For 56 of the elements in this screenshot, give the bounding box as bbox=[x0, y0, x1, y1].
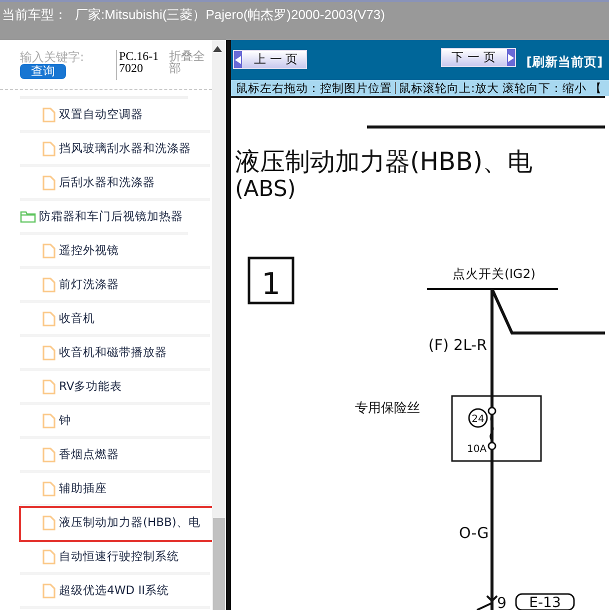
keyword-field[interactable]: 输入关键字: bbox=[20, 46, 112, 64]
document-icon bbox=[42, 310, 56, 326]
document-icon bbox=[42, 446, 56, 462]
document-icon bbox=[42, 378, 56, 394]
tree-item[interactable]: 超级优选4WD II系统 bbox=[59, 583, 169, 598]
tree-item[interactable]: 防霜器和车门后视镜加热器 bbox=[39, 209, 183, 224]
wire-code: (F) 2L-R bbox=[428, 336, 487, 354]
document-icon bbox=[42, 582, 56, 598]
left-arrow-icon bbox=[235, 56, 241, 64]
tree-item[interactable]: 前灯洗涤器 bbox=[59, 277, 119, 292]
document-icon bbox=[42, 344, 56, 360]
previous-page-button[interactable]: 上 一 页 bbox=[233, 50, 307, 69]
section-number: 1 bbox=[261, 267, 281, 302]
refresh-page-link[interactable]: [刷新当前页] bbox=[526, 54, 603, 71]
vehicle-model: 厂家:Mitsubishi(三菱）Pajero(帕杰罗)2000-2003(V73) bbox=[75, 6, 385, 24]
tree-item[interactable]: 双置自动空调器 bbox=[59, 107, 143, 122]
document-icon bbox=[42, 140, 56, 156]
tree-item[interactable]: 香烟点燃器 bbox=[59, 447, 119, 462]
scroll-up-icon[interactable] bbox=[213, 46, 222, 52]
document-icon bbox=[42, 514, 56, 530]
tree-item[interactable]: 收音机和磁带播放器 bbox=[59, 345, 167, 360]
pin-number: 9 bbox=[497, 594, 507, 610]
fuse-number: 24 bbox=[472, 414, 484, 425]
wire-code: O-G bbox=[459, 524, 489, 542]
document-icon bbox=[42, 242, 56, 258]
tree-item[interactable]: 遥控外视镜 bbox=[59, 243, 119, 258]
connector-code: E-13 bbox=[529, 595, 561, 610]
document-icon bbox=[42, 106, 56, 122]
fuse-rating: 10A bbox=[467, 444, 487, 455]
search-button[interactable]: 查询 bbox=[20, 64, 66, 79]
tree-item[interactable]: RV多功能表 bbox=[59, 379, 122, 394]
tree-item[interactable]: 收音机 bbox=[59, 311, 95, 326]
diagram-title: 液压制动加力器(HBB)、电 bbox=[235, 147, 533, 176]
tree-item[interactable]: 辅助插座 bbox=[59, 481, 107, 496]
right-arrow-icon bbox=[508, 54, 514, 62]
code-text: PC.16-17020 bbox=[116, 50, 159, 80]
tree-item[interactable]: 自动恒速行驶控制系统 bbox=[59, 549, 179, 564]
scrollbar-thumb[interactable] bbox=[213, 518, 226, 610]
document-icon bbox=[42, 412, 56, 428]
tree-item[interactable]: 后刮水器和洗涤器 bbox=[59, 175, 155, 190]
tree-item[interactable]: 钟 bbox=[59, 413, 71, 428]
document-icon bbox=[42, 276, 56, 292]
diagram-subtitle: (ABS) bbox=[235, 177, 296, 202]
next-page-button[interactable]: 下 一 页 bbox=[440, 48, 516, 67]
switch-label: 点火开关(IG2) bbox=[452, 266, 536, 281]
tree-item[interactable]: 液压制动加力器(HBB)、电 bbox=[59, 515, 200, 530]
tree-item[interactable]: 挡风玻璃刮水器和洗涤器 bbox=[59, 141, 191, 156]
vehicle-label: 当前车型： bbox=[2, 6, 67, 24]
document-icon bbox=[42, 174, 56, 190]
section-box bbox=[248, 256, 294, 304]
document-icon bbox=[42, 548, 56, 564]
document-icon bbox=[42, 480, 56, 496]
hint-text: 鼠标滚轮向上:放大 滚轮向下：缩小 【 bbox=[399, 80, 602, 96]
scrollbar[interactable] bbox=[212, 40, 226, 610]
fuse-label: 专用保险丝 bbox=[355, 401, 420, 416]
hint-text: 鼠标左右拖动：控制图片位置 bbox=[236, 80, 392, 96]
